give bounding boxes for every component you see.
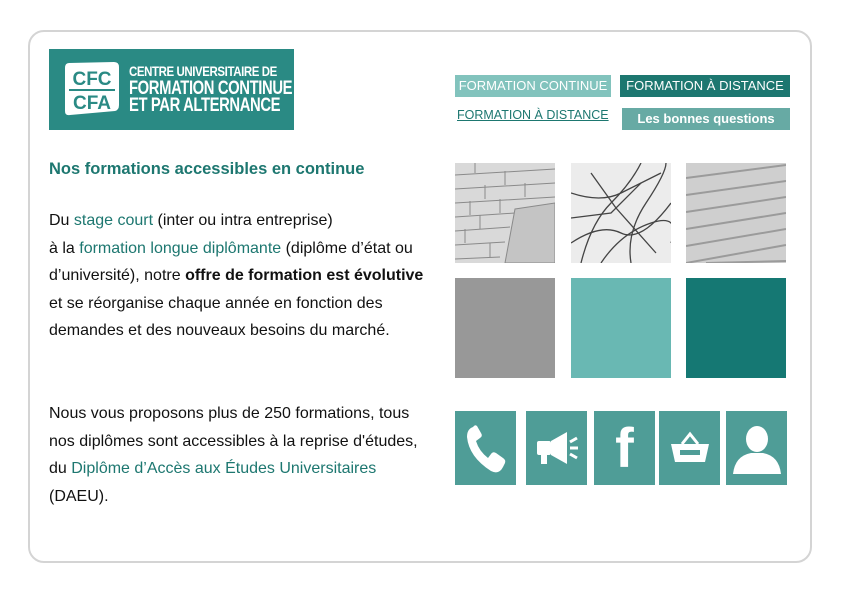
user-icon [732,426,781,474]
basket-icon [670,431,709,462]
bonnes-questions-button[interactable]: Les bonnes questions [622,108,790,130]
p1-text-5: et se réorganise chaque année en fonctio… [49,294,390,340]
logo-mark-icon: CFC CFA [65,62,119,116]
user-button[interactable] [726,411,787,485]
formation-continue-button[interactable]: FORMATION CONTINUE [455,75,611,97]
logo-mark-top: CFC [72,69,111,90]
daeu-link[interactable]: Diplôme d’Accès aux Études Universitaire… [71,460,376,477]
phone-button[interactable] [455,411,516,485]
cfc-cfa-logo[interactable]: CFC CFA CENTRE UNIVERSITAIRE DE FORMATIO… [49,49,294,130]
logo-text: CENTRE UNIVERSITAIRE DE FORMATION CONTIN… [129,63,338,116]
facebook-button[interactable]: f [594,411,655,485]
facebook-icon: f [615,416,634,479]
p1-text-1: Du [49,212,74,229]
dark-teal-tile [686,278,786,378]
logo-mark-bottom: CFA [73,93,111,114]
p1-text-3: à la [49,239,80,257]
intro-paragraph: Du stage court (inter ou intra entrepris… [49,207,439,345]
megaphone-button[interactable] [526,411,587,485]
stage-court-link[interactable]: stage court [74,212,153,229]
p1-text-2: (inter ou intra entreprise) [153,212,333,229]
megaphone-icon [536,432,578,464]
page-heading: Nos formations accessibles en continue [49,160,365,178]
siding-photo-tile [685,163,787,264]
formations-paragraph: Nous vous proposons plus de 250 formatio… [49,400,439,510]
light-teal-tile [571,278,671,378]
formation-distance-link[interactable]: FORMATION À DISTANCE [457,108,609,122]
formation-longue-link[interactable]: formation longue diplômante [79,240,281,257]
phone-icon [466,425,505,473]
basket-button[interactable] [659,411,720,485]
branches-photo-tile [570,162,675,264]
gray-tile [455,278,555,378]
offre-evolutive-text: offre de formation est évolutive [185,267,424,284]
brick-wall-photo-tile [454,163,556,264]
logo-line-3: ET PAR ALTERNANCE [129,95,281,116]
formation-distance-button[interactable]: FORMATION À DISTANCE [620,75,790,97]
p2-text-2: (DAEU). [49,487,109,505]
